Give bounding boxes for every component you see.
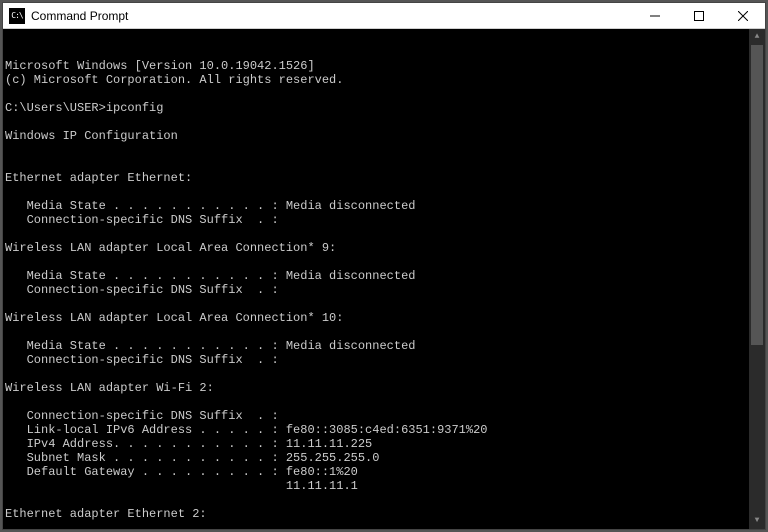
terminal-text: Microsoft Windows [Version 10.0.19042.15… (5, 59, 765, 529)
window-title: Command Prompt (31, 9, 633, 23)
terminal-area[interactable]: Microsoft Windows [Version 10.0.19042.15… (3, 29, 765, 529)
titlebar[interactable]: C:\ Command Prompt (3, 3, 765, 29)
scroll-down-icon[interactable]: ▼ (749, 513, 765, 529)
minimize-button[interactable] (633, 3, 677, 28)
close-button[interactable] (721, 3, 765, 28)
scroll-up-icon[interactable]: ▲ (749, 29, 765, 45)
cmd-icon-text: C:\ (11, 12, 22, 20)
scrollbar[interactable]: ▲ ▼ (749, 29, 765, 529)
command-prompt-window: C:\ Command Prompt Microsoft Windows [Ve… (2, 2, 766, 530)
scroll-thumb[interactable] (751, 45, 763, 345)
cmd-icon: C:\ (9, 8, 25, 24)
window-controls (633, 3, 765, 28)
maximize-button[interactable] (677, 3, 721, 28)
